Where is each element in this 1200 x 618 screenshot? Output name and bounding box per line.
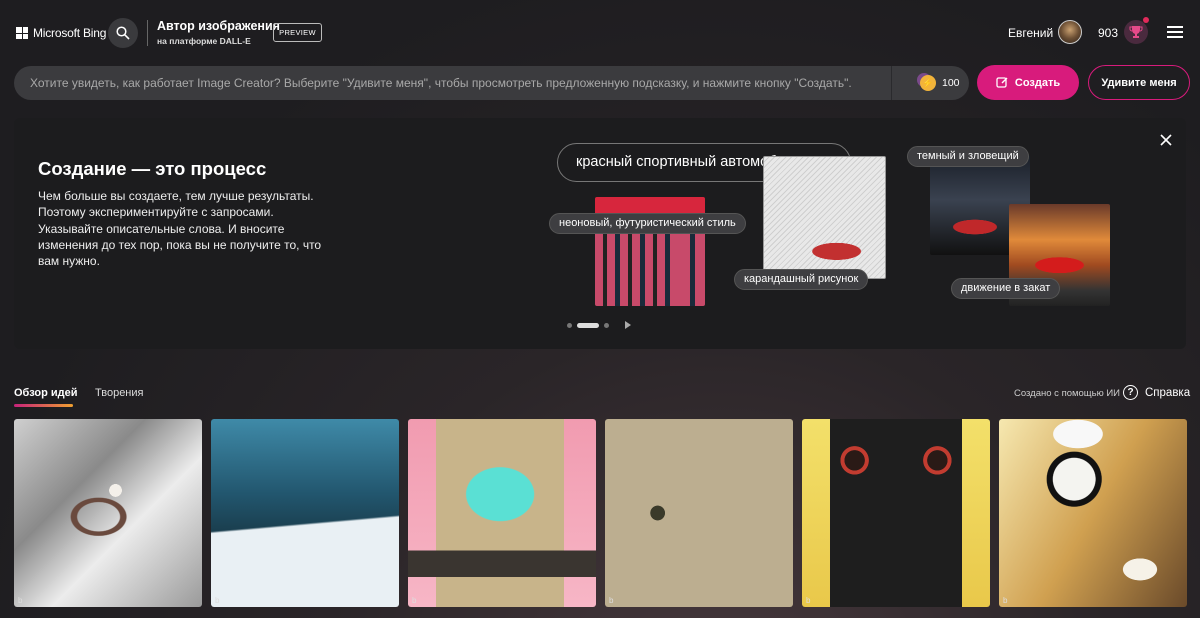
user-name[interactable]: Евгений — [1008, 26, 1053, 40]
bing-watermark-icon: b — [806, 596, 811, 605]
rewards-button[interactable] — [1124, 20, 1148, 44]
bing-watermark-icon: b — [609, 596, 614, 605]
brand-name: Microsoft Bing — [33, 26, 107, 40]
tab-creations[interactable]: Творения — [95, 387, 144, 399]
carousel-dot[interactable] — [567, 322, 572, 328]
help-link[interactable]: ? Справка — [1123, 385, 1190, 400]
hero-text: Чем больше вы создаете, тем лучше резуль… — [38, 189, 322, 269]
boosts-count: 100 — [942, 77, 960, 89]
microsoft-logo-icon — [16, 27, 28, 39]
rewards-points[interactable]: 903 — [1098, 26, 1118, 40]
boosts-counter[interactable]: ⚡ 100 — [920, 75, 960, 91]
tips-card: Создание — это процесс Чем больше вы соз… — [14, 118, 1186, 349]
avatar[interactable] — [1058, 20, 1082, 44]
top-bar: Microsoft Bing Автор изображения на плат… — [0, 0, 1200, 66]
ai-generated-note: Создано с помощью ИИ — [1014, 388, 1120, 399]
preview-badge: PREVIEW — [273, 23, 322, 42]
gallery-image-computer[interactable]: b — [408, 419, 596, 607]
bing-watermark-icon: b — [1003, 596, 1008, 605]
bing-watermark-icon: b — [18, 596, 23, 605]
active-tab-underline — [14, 404, 73, 407]
gallery-image-cabin[interactable]: b — [211, 419, 399, 607]
notification-dot — [1143, 17, 1149, 23]
boost-separator — [891, 66, 892, 100]
boost-coin-icon: ⚡ — [920, 75, 936, 91]
gallery-image-panda[interactable]: b — [999, 419, 1187, 607]
carousel-dot-active[interactable] — [577, 322, 599, 328]
bing-watermark-icon: b — [412, 596, 417, 605]
gallery-image-robot[interactable]: b — [802, 419, 990, 607]
surprise-me-button[interactable]: Удивите меня — [1088, 65, 1190, 100]
carousel-dots — [567, 321, 631, 329]
create-icon — [996, 77, 1008, 88]
tag-sunset: движение в закат — [951, 278, 1061, 299]
create-button[interactable]: Создать — [977, 65, 1079, 100]
create-label: Создать — [1014, 76, 1061, 89]
app-title-main: Автор изображения — [157, 19, 280, 33]
carousel-dot[interactable] — [604, 322, 609, 328]
prompt-bar: ⚡ 100 — [14, 66, 969, 100]
tag-pencil: карандашный рисунок — [734, 269, 869, 290]
gallery-image-ring[interactable]: b — [14, 419, 202, 607]
bing-logo[interactable]: Microsoft Bing — [16, 26, 106, 40]
tag-dark: темный и зловещий — [907, 146, 1029, 167]
app-title: Автор изображения на платформе DALL-E — [157, 19, 280, 46]
help-icon: ? — [1123, 385, 1138, 400]
header-divider — [147, 20, 148, 46]
search-icon — [116, 26, 130, 40]
search-button[interactable] — [108, 18, 138, 48]
app-title-subtitle: на платформе DALL-E — [157, 36, 251, 46]
prompt-input[interactable] — [14, 66, 889, 100]
example-image-pencil — [763, 156, 886, 279]
tag-neon: неоновый, футуристический стиль — [549, 213, 746, 234]
hamburger-menu-icon[interactable] — [1167, 26, 1183, 38]
hero-title: Создание — это процесс — [38, 158, 267, 179]
gallery-image-eye[interactable]: b — [605, 419, 793, 607]
help-label: Справка — [1145, 386, 1191, 399]
play-icon[interactable] — [625, 321, 631, 329]
bing-watermark-icon: b — [215, 596, 220, 605]
close-icon[interactable] — [1158, 132, 1174, 148]
trophy-icon — [1129, 26, 1143, 38]
tab-explore-ideas[interactable]: Обзор идей — [14, 387, 78, 399]
